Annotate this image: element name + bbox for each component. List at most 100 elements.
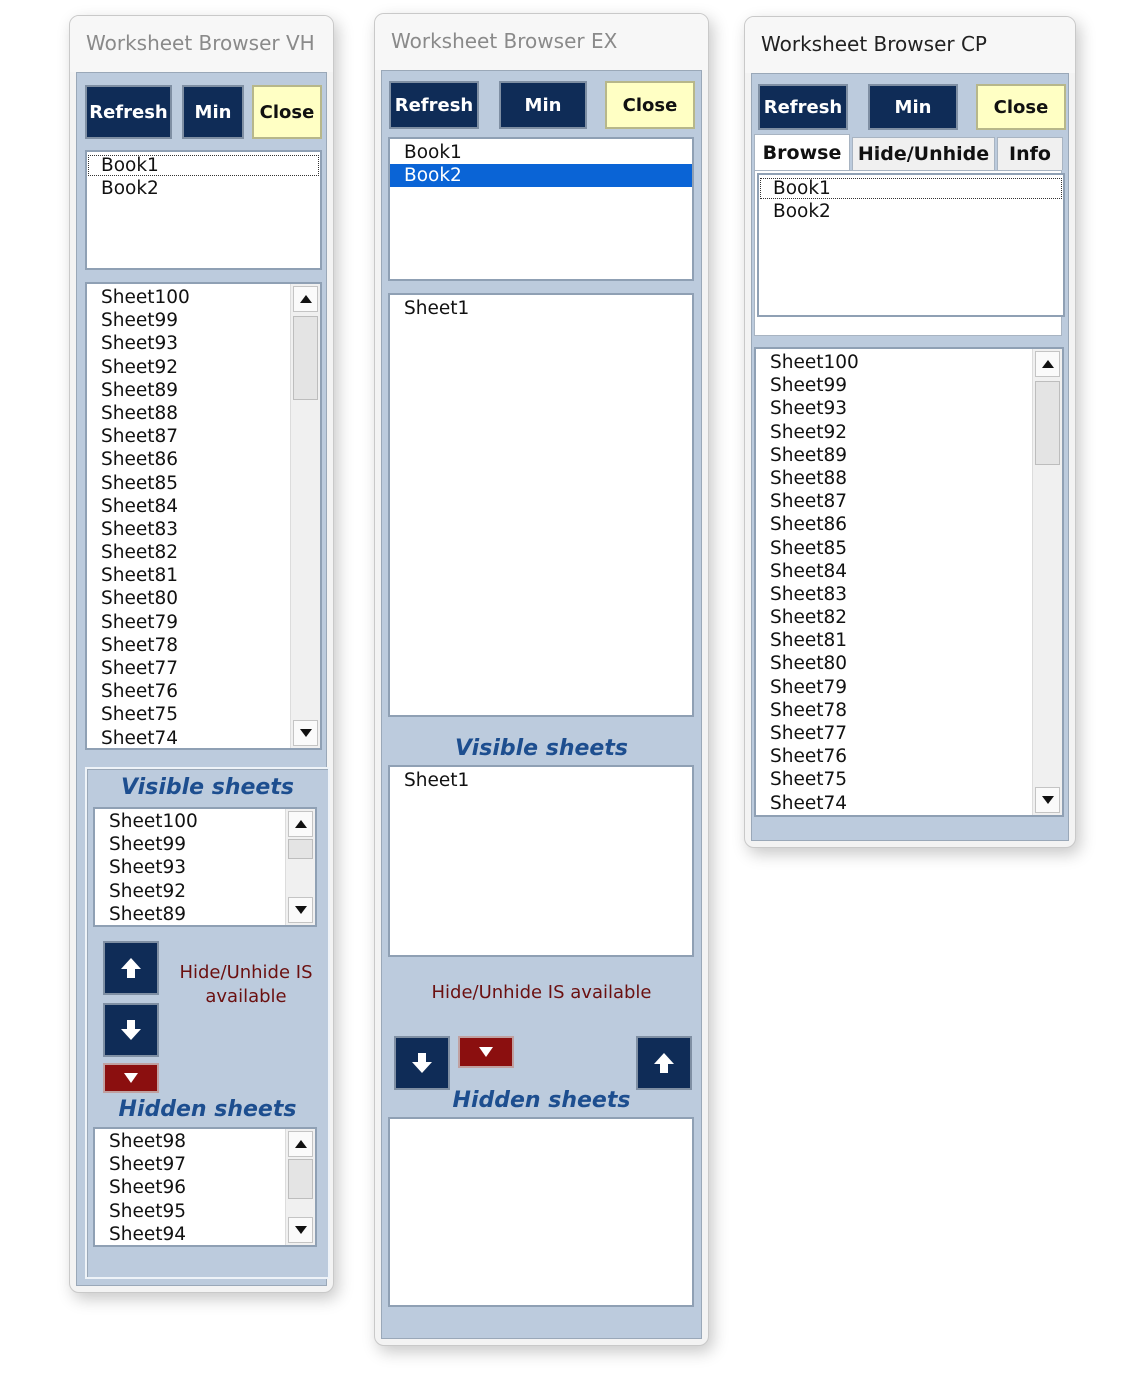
list-item[interactable]: Sheet98	[95, 1130, 315, 1153]
list-item[interactable]: Sheet85	[87, 472, 320, 495]
list-item[interactable]: Sheet100	[756, 351, 1062, 374]
min-button[interactable]: Min	[182, 85, 244, 139]
scroll-down-button[interactable]	[288, 897, 313, 923]
scroll-thumb[interactable]	[293, 316, 318, 400]
list-item[interactable]: Sheet94	[95, 1223, 315, 1245]
list-item[interactable]: Sheet97	[95, 1153, 315, 1176]
tab-info[interactable]: Info	[997, 137, 1063, 170]
dropdown-button[interactable]	[458, 1036, 514, 1068]
scrollbar[interactable]	[285, 809, 315, 925]
list-item[interactable]: Sheet85	[756, 537, 1062, 560]
list-item[interactable]: Sheet81	[756, 629, 1062, 652]
list-item[interactable]: Sheet93	[87, 332, 320, 355]
move-up-button[interactable]	[636, 1036, 692, 1090]
list-item[interactable]: Sheet86	[87, 448, 320, 471]
book-list[interactable]: Book1 Book2	[388, 137, 694, 281]
visible-sheets-list[interactable]: Sheet1	[388, 765, 694, 957]
list-item[interactable]: Sheet81	[87, 564, 320, 587]
list-item[interactable]: Book2	[759, 200, 1063, 223]
list-item[interactable]: Sheet77	[87, 657, 320, 680]
sheet-list[interactable]: Sheet100 Sheet99 Sheet93 Sheet92 Sheet89 Shee…	[754, 347, 1064, 817]
scrollbar[interactable]	[285, 1129, 315, 1245]
list-item[interactable]: Sheet100	[87, 286, 320, 309]
list-item[interactable]: Sheet87	[756, 490, 1062, 513]
list-item[interactable]: Sheet77	[756, 722, 1062, 745]
list-item[interactable]: Sheet84	[756, 560, 1062, 583]
book-list[interactable]: Book1 Book2	[757, 173, 1065, 317]
scroll-thumb[interactable]	[288, 839, 313, 859]
list-item[interactable]: Sheet82	[756, 606, 1062, 629]
list-item[interactable]: Sheet84	[87, 495, 320, 518]
close-button[interactable]: Close	[976, 84, 1066, 130]
list-item[interactable]: Sheet89	[87, 379, 320, 402]
move-up-button[interactable]	[103, 941, 159, 995]
list-item[interactable]: Sheet74	[756, 792, 1062, 815]
hidden-sheets-list[interactable]	[388, 1117, 694, 1307]
list-item[interactable]: Book2	[87, 177, 320, 200]
list-item[interactable]: Sheet88	[87, 402, 320, 425]
scroll-up-button[interactable]	[293, 286, 318, 312]
scroll-up-button[interactable]	[288, 811, 313, 837]
scrollbar[interactable]	[1032, 349, 1062, 815]
list-item[interactable]: Sheet95	[95, 1200, 315, 1223]
list-item[interactable]: Sheet93	[756, 397, 1062, 420]
scroll-down-button[interactable]	[1035, 787, 1060, 813]
scroll-down-button[interactable]	[293, 720, 318, 746]
refresh-button[interactable]: Refresh	[758, 84, 848, 130]
list-item[interactable]: Sheet78	[87, 634, 320, 657]
list-item[interactable]: Sheet92	[87, 356, 320, 379]
move-down-button[interactable]	[103, 1003, 159, 1057]
list-item[interactable]: Sheet99	[87, 309, 320, 332]
list-item[interactable]: Sheet75	[87, 703, 320, 726]
list-item[interactable]: Sheet100	[95, 810, 315, 833]
list-item[interactable]: Sheet82	[87, 541, 320, 564]
list-item[interactable]: Sheet99	[756, 374, 1062, 397]
list-item[interactable]: Sheet78	[756, 699, 1062, 722]
list-item[interactable]: Book1	[87, 154, 320, 177]
tab-hide-unhide[interactable]: Hide/Unhide	[852, 137, 995, 170]
dropdown-button[interactable]	[103, 1063, 159, 1093]
list-item[interactable]: Book1	[390, 141, 692, 164]
tab-browse[interactable]: Browse	[754, 134, 850, 170]
move-down-button[interactable]	[394, 1036, 450, 1090]
list-item[interactable]: Book2	[390, 164, 692, 188]
book-list[interactable]: Book1 Book2	[85, 150, 322, 270]
min-button[interactable]: Min	[868, 84, 958, 130]
scroll-up-button[interactable]	[1035, 351, 1060, 377]
visible-sheets-list[interactable]: Sheet100 Sheet99 Sheet93 Sheet92 Sheet89	[93, 807, 317, 927]
list-item[interactable]: Sheet88	[756, 467, 1062, 490]
list-item[interactable]: Sheet76	[756, 745, 1062, 768]
list-item[interactable]: Sheet1	[390, 297, 692, 320]
scroll-down-button[interactable]	[288, 1217, 313, 1243]
list-item[interactable]: Sheet1	[390, 769, 692, 792]
refresh-button[interactable]: Refresh	[389, 81, 479, 129]
list-item[interactable]: Sheet80	[756, 652, 1062, 675]
min-button[interactable]: Min	[499, 81, 587, 129]
scrollbar[interactable]	[290, 284, 320, 748]
refresh-button[interactable]: Refresh	[85, 85, 172, 139]
list-item[interactable]: Sheet80	[87, 587, 320, 610]
sheet-list[interactable]: Sheet1	[388, 293, 694, 717]
close-button[interactable]: Close	[252, 85, 322, 139]
list-item[interactable]: Sheet96	[95, 1176, 315, 1199]
list-item[interactable]: Sheet92	[95, 880, 315, 903]
list-item[interactable]: Sheet92	[756, 421, 1062, 444]
list-item[interactable]: Sheet87	[87, 425, 320, 448]
list-item[interactable]: Sheet99	[95, 833, 315, 856]
scroll-up-button[interactable]	[288, 1131, 313, 1157]
list-item[interactable]: Sheet83	[87, 518, 320, 541]
list-item[interactable]: Sheet74	[87, 727, 320, 748]
list-item[interactable]: Sheet76	[87, 680, 320, 703]
list-item[interactable]: Sheet83	[756, 583, 1062, 606]
list-item[interactable]: Book1	[759, 177, 1063, 200]
list-item[interactable]: Sheet75	[756, 768, 1062, 791]
list-item[interactable]: Sheet89	[95, 903, 315, 925]
close-button[interactable]: Close	[605, 81, 695, 129]
scroll-thumb[interactable]	[288, 1159, 313, 1199]
list-item[interactable]: Sheet93	[95, 856, 315, 879]
list-item[interactable]: Sheet86	[756, 513, 1062, 536]
list-item[interactable]: Sheet79	[87, 611, 320, 634]
sheet-list[interactable]: Sheet100 Sheet99 Sheet93 Sheet92 Sheet89 Shee…	[85, 282, 322, 750]
hidden-sheets-list[interactable]: Sheet98 Sheet97 Sheet96 Sheet95 Sheet94	[93, 1127, 317, 1247]
list-item[interactable]: Sheet79	[756, 676, 1062, 699]
